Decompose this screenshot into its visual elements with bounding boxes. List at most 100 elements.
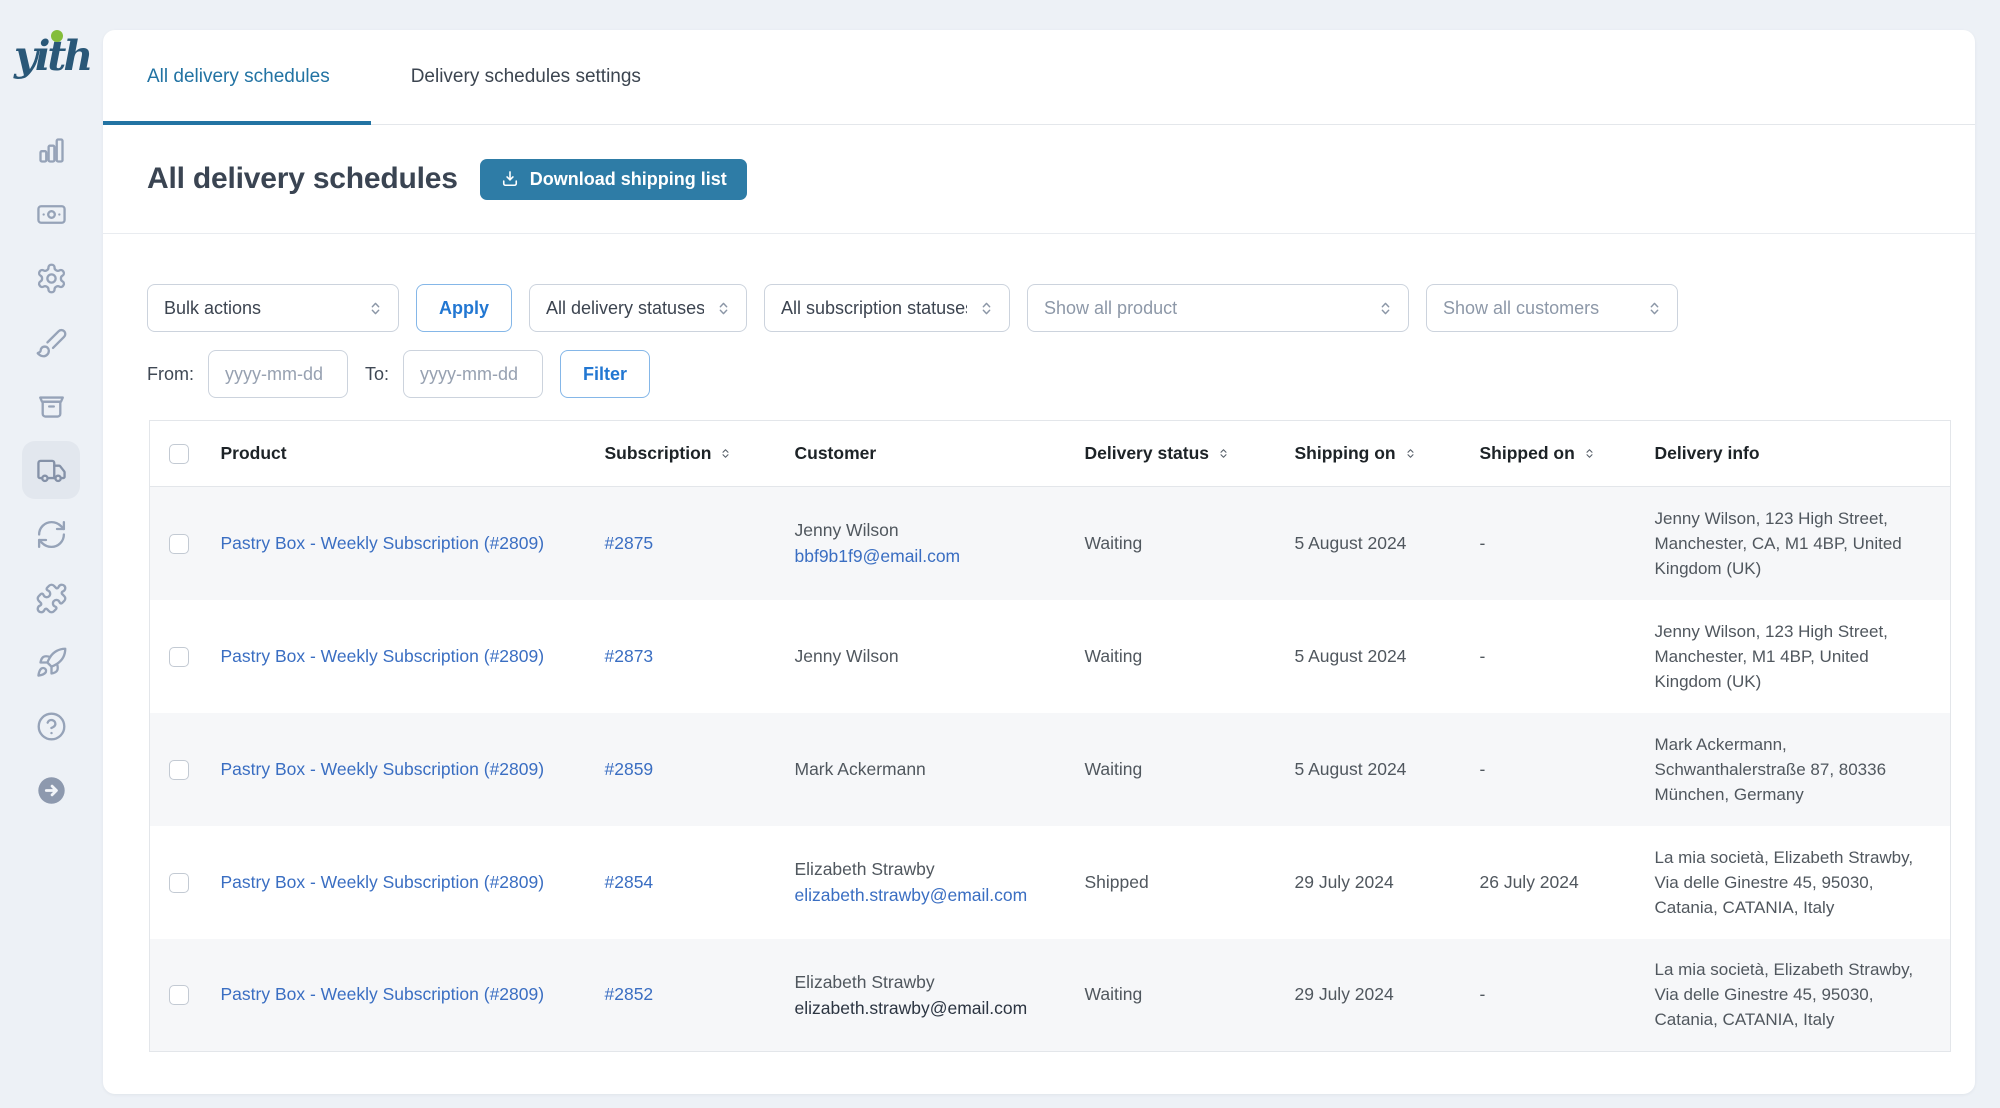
table-header-row: Product Subscription Customer Delivery s… bbox=[150, 421, 1951, 487]
subscription-link[interactable]: #2854 bbox=[605, 872, 654, 892]
delivery-statuses-value: All delivery statuses bbox=[546, 298, 704, 319]
product-link[interactable]: Pastry Box - Weekly Subscription (#2809) bbox=[221, 872, 545, 892]
delivery-status: Waiting bbox=[1085, 759, 1143, 779]
customer-email[interactable]: elizabeth.strawby@email.com bbox=[795, 996, 1071, 1020]
customer-email-link[interactable]: elizabeth.strawby@email.com bbox=[795, 883, 1071, 907]
delivery-status: Waiting bbox=[1085, 646, 1143, 666]
column-header-delivery-status-sort[interactable]: Delivery status bbox=[1071, 421, 1281, 487]
sidebar-item-products[interactable] bbox=[0, 374, 103, 438]
table-row: Pastry Box - Weekly Subscription (#2809)… bbox=[150, 600, 1951, 713]
chevron-up-down-icon bbox=[1645, 299, 1664, 318]
subscription-link[interactable]: #2873 bbox=[605, 646, 654, 666]
delivery-schedules-page: { "brand": { "logo_text": "yith", "accen… bbox=[0, 0, 2000, 1108]
sidebar-item-payments[interactable] bbox=[0, 182, 103, 246]
subscription-link[interactable]: #2875 bbox=[605, 533, 654, 553]
sidebar-item-dashboard[interactable] bbox=[0, 118, 103, 182]
customer-filter-value: Show all customers bbox=[1443, 298, 1599, 319]
column-header-product: Product bbox=[221, 443, 287, 463]
row-checkbox[interactable] bbox=[169, 760, 189, 780]
column-header-shipped-on: Shipped on bbox=[1480, 443, 1575, 463]
customer-name: Jenny Wilson bbox=[795, 518, 1071, 542]
shipped-on-date: - bbox=[1480, 533, 1486, 553]
sidebar-item-help[interactable] bbox=[0, 694, 103, 758]
shipped-on-date: - bbox=[1480, 759, 1486, 779]
row-checkbox[interactable] bbox=[169, 985, 189, 1005]
column-header-subscription-sort[interactable]: Subscription bbox=[591, 421, 781, 487]
product-link[interactable]: Pastry Box - Weekly Subscription (#2809) bbox=[221, 759, 545, 779]
row-checkbox[interactable] bbox=[169, 873, 189, 893]
download-button-label: Download shipping list bbox=[530, 169, 727, 190]
download-shipping-list-button[interactable]: Download shipping list bbox=[480, 159, 747, 200]
table-row: Pastry Box - Weekly Subscription (#2809)… bbox=[150, 939, 1951, 1052]
filter-button[interactable]: Filter bbox=[560, 350, 650, 398]
customer-name: Jenny Wilson bbox=[795, 644, 1071, 668]
chevron-up-down-icon bbox=[977, 299, 996, 318]
to-date-input[interactable] bbox=[403, 350, 543, 398]
apply-button[interactable]: Apply bbox=[416, 284, 512, 332]
sort-icon[interactable] bbox=[718, 446, 733, 461]
subscription-link[interactable]: #2852 bbox=[605, 984, 654, 1004]
rocket-icon bbox=[35, 646, 68, 679]
page-header: All delivery schedules Download shipping… bbox=[103, 125, 1975, 234]
tab-bar: All delivery schedules Delivery schedule… bbox=[103, 30, 1975, 125]
delivery-info: Jenny Wilson, 123 High Street, Mancheste… bbox=[1655, 622, 1888, 691]
arrow-circle-icon bbox=[35, 774, 68, 807]
shipping-on-date: 5 August 2024 bbox=[1295, 533, 1407, 553]
sidebar-item-collapse[interactable] bbox=[0, 758, 103, 822]
paintbrush-icon bbox=[35, 326, 68, 359]
column-header-delivery-info: Delivery info bbox=[1655, 443, 1760, 463]
select-all-checkbox[interactable] bbox=[169, 444, 189, 464]
row-checkbox[interactable] bbox=[169, 534, 189, 554]
product-link[interactable]: Pastry Box - Weekly Subscription (#2809) bbox=[221, 646, 545, 666]
chevron-up-down-icon bbox=[714, 299, 733, 318]
delivery-info: Jenny Wilson, 123 High Street, Mancheste… bbox=[1655, 509, 1902, 578]
delivery-info: La mia società, Elizabeth Strawby, Via d… bbox=[1655, 960, 1914, 1029]
chevron-up-down-icon bbox=[1376, 299, 1395, 318]
sort-icon[interactable] bbox=[1403, 446, 1418, 461]
sidebar-item-upgrade[interactable] bbox=[0, 630, 103, 694]
to-label: To: bbox=[365, 364, 389, 385]
yith-logo: yith bbox=[14, 26, 94, 86]
filters-row-2: From: To: Filter bbox=[147, 350, 1975, 398]
sidebar-item-customization[interactable] bbox=[0, 310, 103, 374]
product-filter-select[interactable]: Show all product bbox=[1027, 284, 1409, 332]
sidebar-item-settings[interactable] bbox=[0, 246, 103, 310]
subscription-statuses-value: All subscription statuses bbox=[781, 298, 967, 319]
tab-all-delivery-schedules[interactable]: All delivery schedules bbox=[103, 30, 371, 124]
column-header-shipping-on: Shipping on bbox=[1295, 443, 1396, 463]
chevron-up-down-icon bbox=[366, 299, 385, 318]
bar-chart-icon bbox=[35, 134, 68, 167]
customer-email-link[interactable]: bbf9b1f9@email.com bbox=[795, 544, 1071, 568]
product-link[interactable]: Pastry Box - Weekly Subscription (#2809) bbox=[221, 533, 545, 553]
sidebar-item-modules[interactable] bbox=[0, 566, 103, 630]
column-header-shipping-on-sort[interactable]: Shipping on bbox=[1281, 421, 1466, 487]
gear-icon bbox=[35, 262, 68, 295]
sidebar: yith bbox=[0, 0, 103, 1108]
download-icon bbox=[500, 169, 520, 189]
column-header-shipped-on-sort[interactable]: Shipped on bbox=[1466, 421, 1641, 487]
puzzle-icon bbox=[35, 582, 68, 615]
sort-icon[interactable] bbox=[1582, 446, 1597, 461]
delivery-status: Waiting bbox=[1085, 533, 1143, 553]
filters-row-1: Bulk actions Apply All delivery statuses… bbox=[147, 284, 1975, 332]
sidebar-nav bbox=[0, 118, 103, 822]
from-date-input[interactable] bbox=[208, 350, 348, 398]
product-link[interactable]: Pastry Box - Weekly Subscription (#2809) bbox=[221, 984, 545, 1004]
customer-name: Mark Ackermann bbox=[795, 757, 1071, 781]
delivery-status: Waiting bbox=[1085, 984, 1143, 1004]
customer-filter-select[interactable]: Show all customers bbox=[1426, 284, 1678, 332]
shipped-on-date: - bbox=[1480, 646, 1486, 666]
tab-delivery-schedules-settings[interactable]: Delivery schedules settings bbox=[371, 30, 681, 124]
column-header-subscription: Subscription bbox=[605, 443, 712, 463]
shipped-on-date: 26 July 2024 bbox=[1480, 872, 1579, 892]
row-checkbox[interactable] bbox=[169, 647, 189, 667]
sort-icon[interactable] bbox=[1216, 446, 1231, 461]
archive-box-icon bbox=[35, 390, 68, 423]
sidebar-item-subscriptions[interactable] bbox=[0, 502, 103, 566]
subscription-statuses-select[interactable]: All subscription statuses bbox=[764, 284, 1010, 332]
bulk-actions-select[interactable]: Bulk actions bbox=[147, 284, 399, 332]
delivery-statuses-select[interactable]: All delivery statuses bbox=[529, 284, 747, 332]
sync-icon bbox=[35, 518, 68, 551]
sidebar-item-delivery-schedules[interactable] bbox=[0, 438, 103, 502]
subscription-link[interactable]: #2859 bbox=[605, 759, 654, 779]
